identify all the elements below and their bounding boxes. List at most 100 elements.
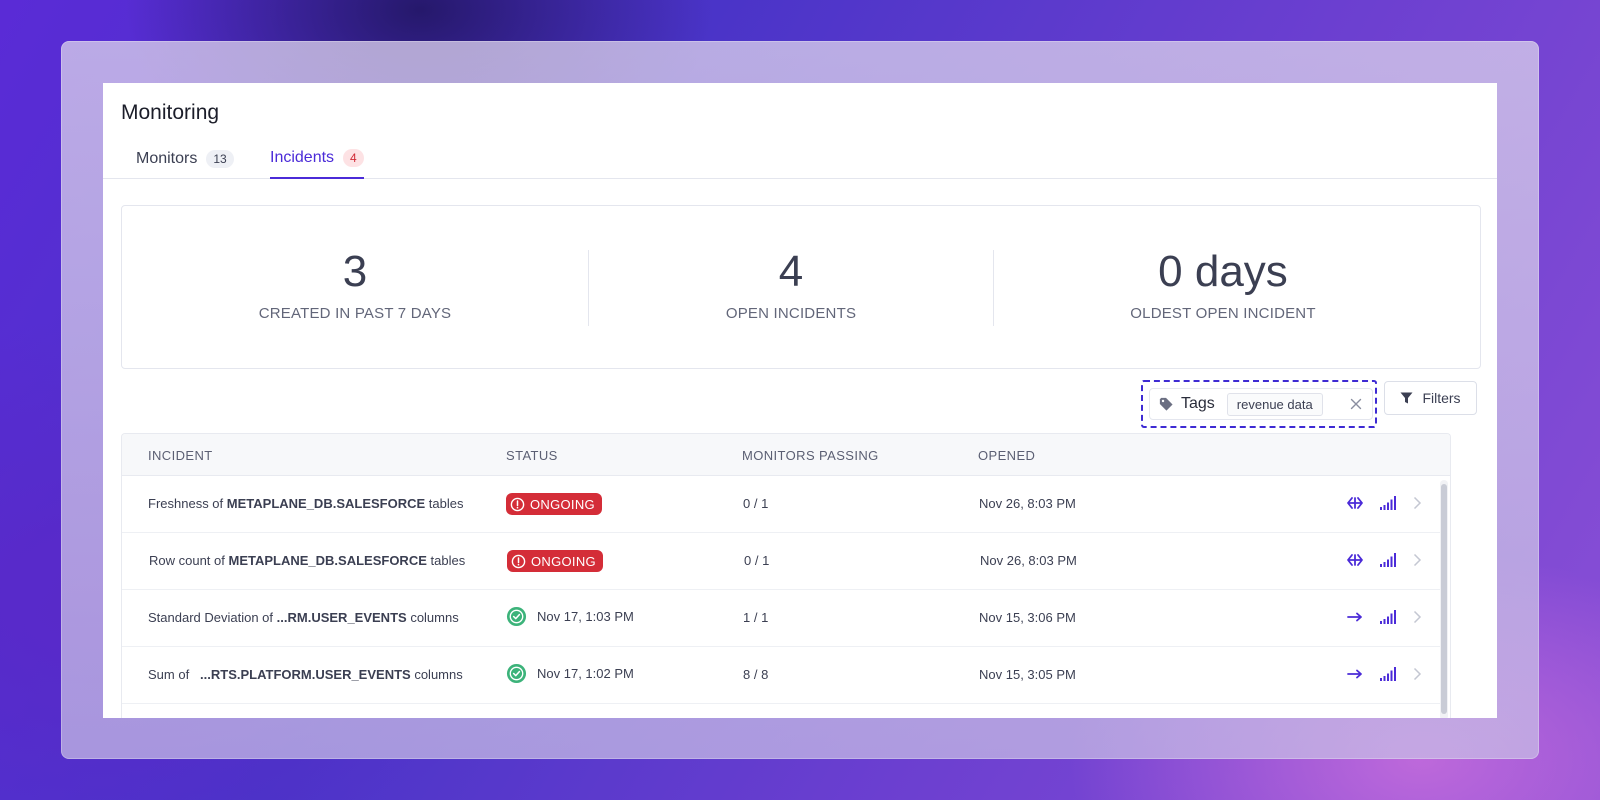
stat-label: OLDEST OPEN INCIDENT: [1130, 305, 1316, 322]
chevron-right-icon: [1413, 496, 1422, 510]
incident-description: Freshness of METAPLANE_DB.SALESFORCE tab…: [148, 496, 464, 511]
incidents-table: INCIDENT STATUS MONITORS PASSING OPENED …: [121, 433, 1451, 718]
close-icon: [1350, 398, 1362, 410]
stat-value: 0 days: [1158, 247, 1288, 296]
incident-suffix: columns: [414, 667, 463, 682]
column-header-monitors-passing: MONITORS PASSING: [742, 448, 879, 463]
table-header: INCIDENT STATUS MONITORS PASSING OPENED: [122, 434, 1450, 476]
lineage-button[interactable]: [1346, 495, 1364, 511]
status-text: Nov 17, 1:02 PM: [537, 666, 634, 681]
opened-date: Nov 26, 8:03 PM: [980, 553, 1077, 568]
incident-suffix: tables: [428, 496, 464, 511]
filters-button-label: Filters: [1422, 390, 1461, 406]
tags-filter[interactable]: Tags revenue data: [1149, 388, 1373, 420]
stat-label: CREATED IN PAST 7 DAYS: [258, 305, 452, 322]
tab-monitors[interactable]: Monitors 13: [136, 139, 234, 179]
status-text: Nov 17, 1:03 PM: [537, 609, 634, 624]
status-badge-ongoing: ONGOING: [506, 493, 602, 515]
status-text: ONGOING: [530, 496, 595, 512]
monitoring-panel: Monitoring Monitors 13 Incidents 4 3 CRE…: [103, 83, 1497, 718]
column-header-status: STATUS: [506, 448, 558, 463]
stat-value: 3: [342, 247, 368, 296]
lineage-icon: [1347, 554, 1363, 566]
opened-date: Nov 26, 8:03 PM: [979, 496, 1076, 511]
incident-prefix: Standard Deviation of: [148, 610, 274, 625]
tab-incidents[interactable]: Incidents 4: [270, 139, 364, 179]
tab-count-badge: 13: [206, 150, 234, 168]
table-row[interactable]: Sum of ...RTS.PLATFORM.USER_EVENTS colum…: [122, 647, 1442, 704]
tags-filter-label: Tags: [1150, 395, 1215, 413]
signal-bars-icon: [1380, 553, 1396, 567]
alert-circle-icon: [511, 554, 526, 568]
row-actions: [1346, 552, 1422, 568]
monitors-passing: 0 / 1: [744, 553, 770, 568]
monitors-passing: 0 / 1: [743, 496, 769, 511]
scrollbar-thumb[interactable]: [1441, 484, 1447, 714]
divider: [993, 250, 994, 326]
filters-button[interactable]: Filters: [1384, 381, 1477, 415]
signal-button[interactable]: [1380, 610, 1397, 624]
chevron-right-icon: [1413, 553, 1422, 567]
signal-bars-icon: [1380, 610, 1396, 624]
check-circle-icon: [506, 606, 527, 627]
stat-value: 4: [778, 247, 804, 296]
page-title: Monitoring: [121, 101, 220, 124]
tab-bar: Monitors 13 Incidents 4: [103, 139, 1497, 179]
signal-button[interactable]: [1380, 667, 1397, 681]
tag-chip[interactable]: revenue data: [1226, 392, 1323, 416]
lineage-icon: [1347, 612, 1362, 622]
tags-label-text: Tags: [1181, 395, 1215, 412]
monitors-passing: 1 / 1: [743, 610, 769, 625]
incident-description: Sum of ...RTS.PLATFORM.USER_EVENTS colum…: [148, 667, 463, 682]
chevron-right-icon: [1413, 610, 1422, 624]
tab-label: Incidents: [270, 149, 335, 166]
signal-bars-icon: [1380, 667, 1396, 681]
tab-count-badge: 4: [343, 149, 364, 167]
row-expand-button[interactable]: [1413, 667, 1422, 681]
lineage-button[interactable]: [1346, 609, 1364, 625]
incident-entity: METAPLANE_DB.SALESFORCE: [226, 496, 426, 511]
row-actions: [1346, 609, 1422, 625]
signal-button[interactable]: [1380, 553, 1397, 567]
tab-label: Monitors: [136, 150, 198, 167]
status-text: ONGOING: [531, 553, 596, 569]
incident-prefix: Row count of: [149, 553, 225, 568]
row-actions: [1346, 495, 1422, 511]
status-resolved: Nov 17, 1:03 PM: [506, 606, 634, 627]
filter-icon: [1400, 392, 1413, 404]
lineage-button[interactable]: [1346, 666, 1364, 682]
incident-description: Row count of METAPLANE_DB.SALESFORCE tab…: [149, 553, 465, 568]
opened-date: Nov 15, 3:06 PM: [979, 610, 1076, 625]
alert-circle-icon: [510, 497, 525, 511]
stat-label: OPEN INCIDENTS: [725, 305, 857, 322]
incident-description: Standard Deviation of ...RM.USER_EVENTS …: [148, 610, 459, 625]
incident-prefix: Freshness of: [148, 496, 224, 511]
tag-icon: [1159, 397, 1173, 411]
stat-open-incidents: 4 OPEN INCIDENTS: [581, 247, 1001, 323]
stat-oldest-open-incident: 0 days OLDEST OPEN INCIDENT: [1013, 247, 1433, 323]
row-actions: [1346, 666, 1422, 682]
stat-created-past-7-days: 3 CREATED IN PAST 7 DAYS: [145, 247, 565, 323]
signal-button[interactable]: [1380, 496, 1397, 510]
table-scrollbar[interactable]: [1440, 480, 1448, 718]
status-resolved: Nov 17, 1:02 PM: [506, 663, 634, 684]
row-expand-button[interactable]: [1413, 496, 1422, 510]
incident-entity: ...RTS.PLATFORM.USER_EVENTS: [200, 667, 411, 682]
table-row[interactable]: Row count of METAPLANE_DB.SALESFORCE tab…: [122, 533, 1442, 590]
incident-entity: METAPLANE_DB.SALESFORCE: [228, 553, 427, 568]
incident-suffix: tables: [430, 553, 466, 568]
table-row[interactable]: Standard Deviation of ...RM.USER_EVENTS …: [122, 590, 1442, 647]
status-badge-ongoing: ONGOING: [507, 550, 603, 572]
row-expand-button[interactable]: [1413, 610, 1422, 624]
chevron-right-icon: [1413, 667, 1422, 681]
column-header-incident: INCIDENT: [148, 448, 213, 463]
table-row[interactable]: Freshness of METAPLANE_DB.SALESFORCE tab…: [122, 476, 1442, 533]
lineage-button[interactable]: [1346, 552, 1364, 568]
row-expand-button[interactable]: [1413, 553, 1422, 567]
check-circle-icon: [506, 663, 527, 684]
lineage-icon: [1347, 497, 1363, 509]
incident-stats: 3 CREATED IN PAST 7 DAYS 4 OPEN INCIDENT…: [121, 205, 1481, 369]
tags-filter-highlight: Tags revenue data: [1141, 380, 1377, 428]
monitors-passing: 8 / 8: [743, 667, 769, 682]
clear-tags-button[interactable]: [1350, 398, 1362, 410]
